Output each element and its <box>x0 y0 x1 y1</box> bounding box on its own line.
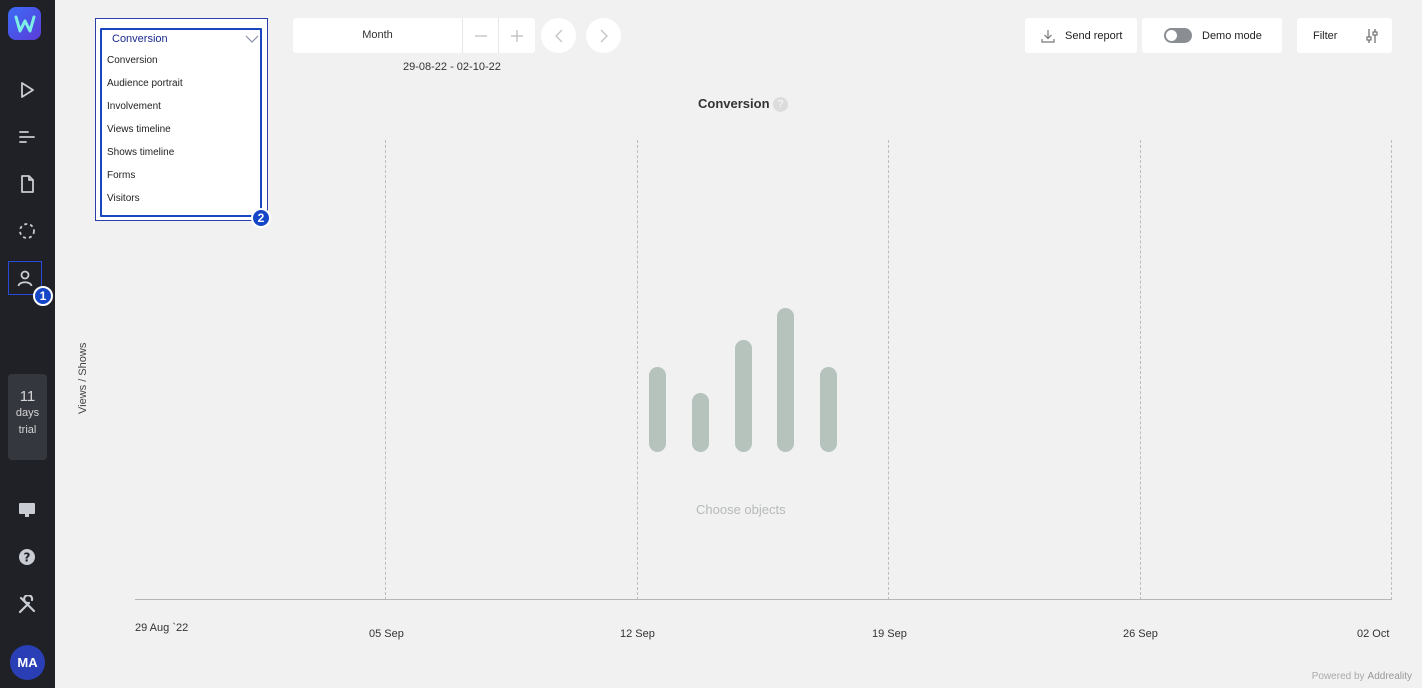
step-badge-1: 1 <box>33 286 53 306</box>
x-tick-label: 19 Sep <box>872 628 907 640</box>
trial-days-label: days <box>15 407 40 419</box>
x-axis <box>135 599 1392 600</box>
demo-mode-toggle[interactable]: Demo mode <box>1142 18 1282 53</box>
sidebar-item-timeline[interactable] <box>11 121 43 153</box>
x-tick-label: 26 Sep <box>1123 628 1158 640</box>
grid-line <box>1391 140 1392 600</box>
svg-text:?: ? <box>24 551 31 565</box>
logo-icon <box>14 15 35 32</box>
x-tick-label: 02 Oct <box>1357 628 1390 640</box>
powered-by-brand[interactable]: Addreality <box>1368 671 1412 682</box>
sidebar-item-help[interactable]: ? <box>11 541 43 573</box>
demo-mode-switch[interactable] <box>1164 28 1192 43</box>
grid-line <box>1140 140 1141 600</box>
dropdown-option-involvement[interactable]: Involvement <box>107 99 183 122</box>
sidebar-item-settings[interactable] <box>11 589 43 621</box>
file-icon <box>21 175 34 193</box>
x-tick-label: 12 Sep <box>620 628 655 640</box>
previous-period-button[interactable] <box>541 18 576 53</box>
sliders-icon <box>1366 28 1379 43</box>
dropdown-option-audience-portrait[interactable]: Audience portrait <box>107 76 183 99</box>
x-tick-label: 05 Sep <box>369 628 404 640</box>
sidebar-item-play[interactable] <box>11 74 43 106</box>
timeline-icon <box>19 131 35 143</box>
plus-icon <box>511 29 523 42</box>
sidebar-item-displays[interactable] <box>11 494 43 526</box>
filter-label: Filter <box>1313 29 1338 42</box>
period-increase-button[interactable] <box>499 18 535 53</box>
dropdown-option-conversion[interactable]: Conversion <box>107 53 183 76</box>
trial-counter[interactable]: 11 days trial <box>8 374 47 460</box>
chart-y-axis-label: Views / Shows <box>77 342 89 414</box>
dashed-select-icon <box>19 223 35 239</box>
sidebar-item-selection[interactable] <box>11 215 43 247</box>
period-decrease-button[interactable] <box>463 18 499 53</box>
play-icon <box>21 82 34 98</box>
demo-mode-label: Demo mode <box>1202 29 1262 42</box>
empty-state-message: Choose objects <box>696 502 786 517</box>
empty-state-bar <box>692 393 709 452</box>
app-logo[interactable] <box>8 7 41 40</box>
chevron-left-icon <box>554 29 562 42</box>
monitor-icon <box>19 503 35 517</box>
send-report-label: Send report <box>1065 29 1123 42</box>
date-range-text: 29-08-22 - 02-10-22 <box>403 61 501 73</box>
empty-state-bar <box>777 308 794 452</box>
sidebar: 1 11 days trial ? MA <box>0 0 55 688</box>
grid-line <box>637 140 638 600</box>
empty-state-bar <box>735 340 752 452</box>
user-avatar[interactable]: MA <box>10 645 45 680</box>
empty-state-bar <box>649 367 666 452</box>
period-selector: Month <box>293 18 535 53</box>
download-icon <box>1041 29 1055 43</box>
next-period-button[interactable] <box>586 18 621 53</box>
dropdown-selected-value[interactable]: Conversion <box>112 33 168 45</box>
chevron-right-icon <box>600 29 608 42</box>
grid-line <box>385 140 386 600</box>
send-report-button[interactable]: Send report <box>1025 18 1137 53</box>
empty-state-bar <box>820 367 837 452</box>
filter-button[interactable]: Filter <box>1297 18 1392 53</box>
tools-icon <box>18 595 36 614</box>
grid-line <box>888 140 889 600</box>
chart-title: Conversion <box>698 96 770 111</box>
minus-icon <box>474 34 487 37</box>
powered-by: Powered by Addreality <box>1312 671 1412 682</box>
period-label[interactable]: Month <box>293 18 463 53</box>
trial-days-number: 11 <box>19 388 36 405</box>
trial-label: trial <box>18 424 37 436</box>
sidebar-item-files[interactable] <box>11 168 43 200</box>
user-icon <box>17 270 33 287</box>
chart-help-icon[interactable]: ? <box>773 97 788 112</box>
help-icon: ? <box>19 549 35 565</box>
chart-plot-area <box>135 140 1392 600</box>
powered-by-text: Powered by <box>1311 671 1365 682</box>
x-tick-label: 29 Aug `22 <box>135 622 189 634</box>
chevron-down-icon[interactable] <box>245 34 259 44</box>
